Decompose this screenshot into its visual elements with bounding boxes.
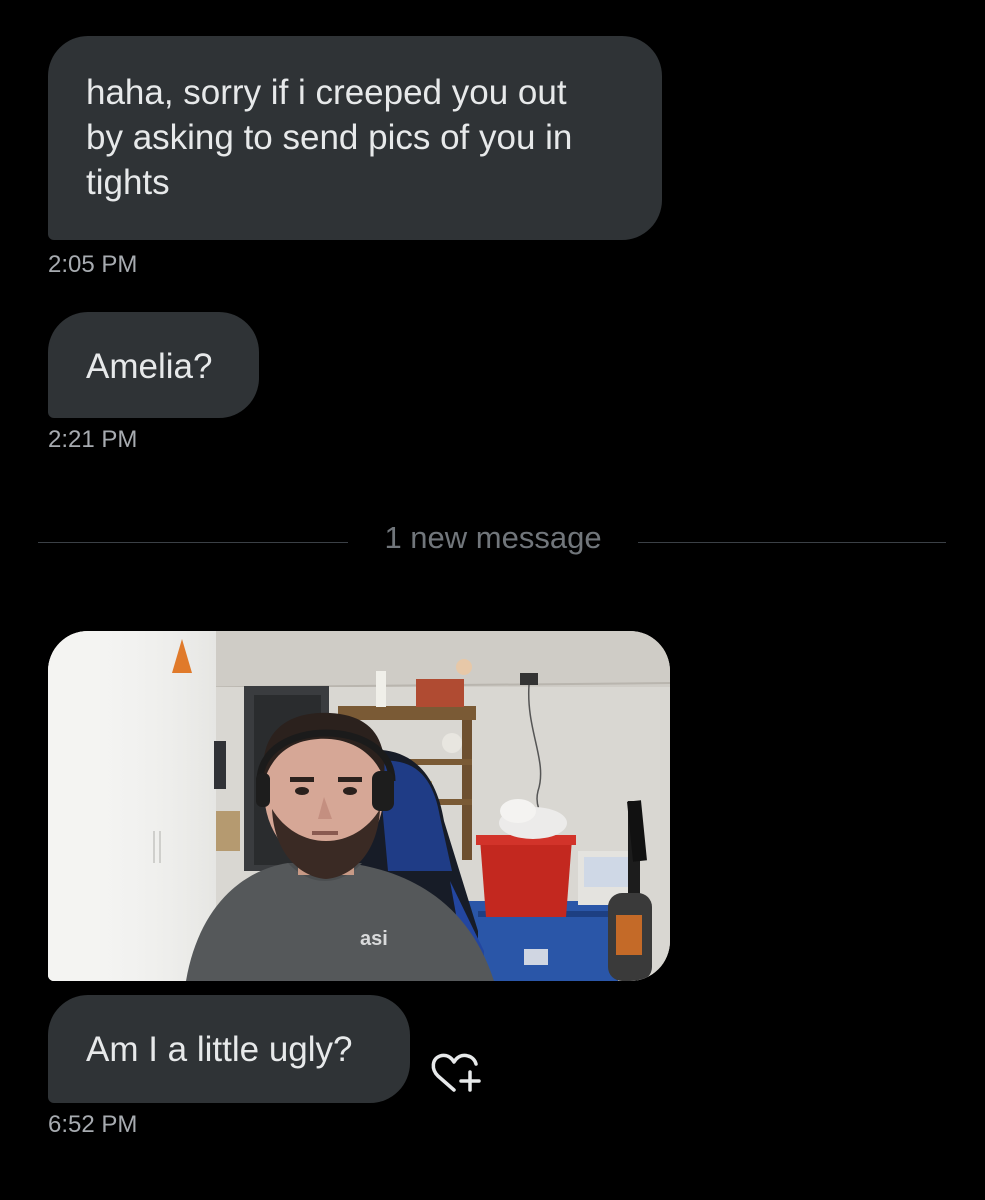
message-bubble[interactable]: haha, sorry if i creeped you out by aski… <box>48 36 662 240</box>
message-timestamp: 6:52 PM <box>48 1111 138 1138</box>
webcam-photo: asi <box>48 631 670 981</box>
message-bubble[interactable]: Amelia? <box>48 312 259 418</box>
message-timestamp: 2:05 PM <box>48 251 138 278</box>
divider-label: 1 new message <box>384 520 602 555</box>
photo-message[interactable]: asi <box>48 631 670 981</box>
divider-line-right <box>638 542 946 543</box>
message-timestamp: 2:21 PM <box>48 426 138 453</box>
svg-text:asi: asi <box>360 928 388 950</box>
message-bubble[interactable]: Am I a little ugly? <box>48 995 410 1103</box>
add-reaction-heart-icon[interactable] <box>428 1050 486 1096</box>
divider-line-left <box>38 542 348 543</box>
